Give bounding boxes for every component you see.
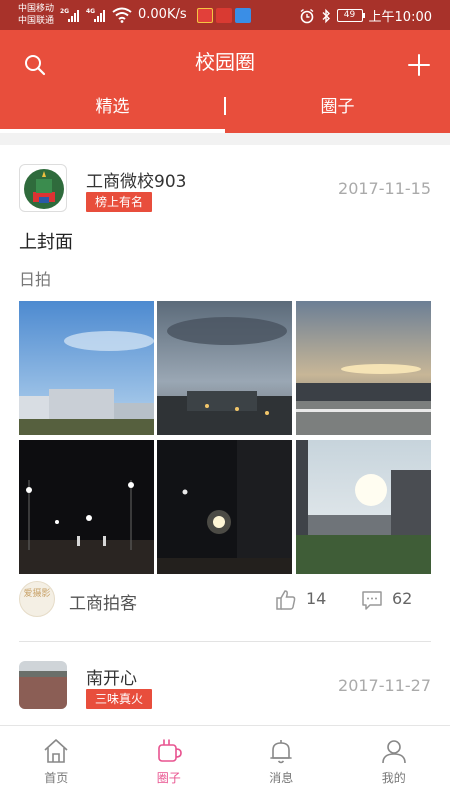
post-date: 2017-11-27 xyxy=(338,676,431,695)
like-count: 14 xyxy=(306,589,327,608)
nav-label: 圈子 xyxy=(156,771,181,785)
tab-featured[interactable]: 精选 xyxy=(0,92,225,133)
photo[interactable] xyxy=(157,301,292,435)
sunset-over-sports-field xyxy=(296,301,431,435)
comment-button[interactable]: 62 xyxy=(360,587,420,613)
network-speed: 0.00K/s xyxy=(138,7,187,22)
source-avatar[interactable]: 爱摄影 xyxy=(19,581,55,617)
post-actions: 爱摄影 工商拍客 14 62 xyxy=(0,581,450,623)
status-right: 49 上午10:00 xyxy=(299,6,432,25)
nav-circles[interactable]: 圈子 xyxy=(113,726,226,800)
post-divider xyxy=(19,641,431,642)
photo[interactable] xyxy=(19,301,154,435)
photo-grid xyxy=(19,301,431,574)
like-button[interactable]: 14 xyxy=(274,587,334,613)
signal-2-icon xyxy=(94,10,105,22)
post-date: 2017-11-15 xyxy=(338,179,431,198)
night-basketball-court xyxy=(19,440,154,574)
notification-app-icon xyxy=(197,8,213,23)
post-title[interactable]: 上封面 xyxy=(19,228,73,254)
wifi-icon xyxy=(112,7,132,23)
nav-label: 消息 xyxy=(269,771,294,785)
app-header: 校园圈 精选 圈子 xyxy=(0,30,450,133)
battery-icon: 49 xyxy=(336,9,365,22)
nav-profile[interactable]: 我的 xyxy=(338,726,450,800)
nav-home[interactable]: 首页 xyxy=(0,726,113,800)
avatar-image xyxy=(24,169,64,209)
sun-between-buildings xyxy=(296,440,431,574)
circle-cup-icon xyxy=(157,739,182,762)
post-card[interactable]: 南开心 三味真火 2017-11-27 xyxy=(0,645,450,725)
source-name[interactable]: 工商拍客 xyxy=(69,589,137,614)
nav-label: 首页 xyxy=(44,771,69,785)
sky-over-campus-buildings xyxy=(19,301,154,435)
rank-badge: 榜上有名 xyxy=(86,192,153,212)
bluetooth-icon xyxy=(322,8,330,23)
dusk-clouds-over-lit-buildings xyxy=(157,301,292,435)
photo[interactable] xyxy=(296,440,431,574)
source-avatar-text: 爱摄影 xyxy=(23,589,51,599)
clock: 上午10:00 xyxy=(368,10,432,25)
tab-label: 精选 xyxy=(95,97,130,117)
author-name[interactable]: 南开心 xyxy=(86,664,137,689)
page-title: 校园圈 xyxy=(195,50,255,74)
photo[interactable] xyxy=(296,301,431,435)
notification-app-icon xyxy=(235,8,251,23)
tab-label: 圈子 xyxy=(320,97,355,117)
thumbs-up-icon xyxy=(276,590,296,610)
plus-icon[interactable] xyxy=(406,52,432,78)
moon-over-street-lamp-at-night xyxy=(157,440,292,574)
post-card[interactable]: 工商微校903 榜上有名 2017-11-15 上封面 日拍 爱摄影 工商拍客 … xyxy=(0,145,450,645)
user-icon xyxy=(381,740,406,764)
alarm-icon xyxy=(300,8,313,23)
bottom-nav: 首页 圈子 消息 我的 xyxy=(0,725,450,800)
carrier-2: 中国联通 xyxy=(18,16,55,26)
comment-icon xyxy=(362,591,382,610)
feed[interactable]: 工商微校903 榜上有名 2017-11-15 上封面 日拍 爱摄影 工商拍客 … xyxy=(0,145,450,725)
home-icon xyxy=(44,739,68,763)
avatar[interactable] xyxy=(19,164,67,212)
status-bar: 中国移动 中国联通 2G 4G 0.00K/s 49 上午10:00 xyxy=(0,0,450,30)
comment-count: 62 xyxy=(392,589,413,608)
nav-label: 我的 xyxy=(381,771,406,785)
notification-app-icon xyxy=(216,8,232,23)
rank-badge: 三味真火 xyxy=(86,689,153,709)
author-name[interactable]: 工商微校903 xyxy=(86,167,186,192)
carrier-info: 中国移动 中国联通 xyxy=(18,3,54,27)
post-subtitle: 日拍 xyxy=(19,270,52,289)
photo[interactable] xyxy=(19,440,154,574)
bell-icon xyxy=(270,740,293,764)
photo[interactable] xyxy=(157,440,292,574)
tab-circles[interactable]: 圈子 xyxy=(225,92,450,133)
signal-1-icon xyxy=(68,10,79,22)
avatar-image xyxy=(19,661,67,709)
tab-divider xyxy=(224,97,226,115)
carrier-1: 中国移动 xyxy=(18,4,55,14)
nav-messages[interactable]: 消息 xyxy=(225,726,338,800)
avatar[interactable] xyxy=(19,661,67,709)
